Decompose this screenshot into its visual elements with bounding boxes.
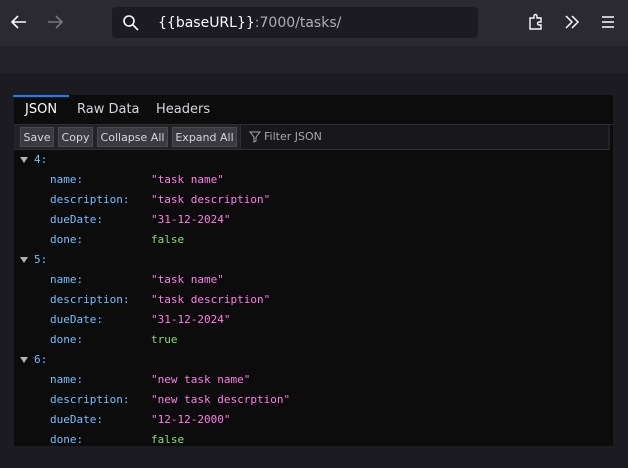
- field-key: description:: [50, 393, 130, 406]
- copy-button[interactable]: Copy: [58, 127, 93, 147]
- tree-row[interactable]: dueDate: "12-12-2000": [14, 410, 613, 430]
- viewer-toolbar: Save Copy Collapse All Expand All Filter…: [14, 125, 610, 150]
- json-tree: 4: name: "task name" description: "task …: [14, 150, 613, 446]
- tree-row-index[interactable]: 4:: [14, 150, 613, 170]
- tree-row-index[interactable]: 6:: [14, 350, 613, 370]
- field-key: description:: [50, 193, 130, 206]
- array-index: 5:: [34, 253, 48, 266]
- field-value: "task name": [151, 273, 224, 286]
- back-arrow-icon: [10, 15, 26, 29]
- tab-raw-data[interactable]: Raw Data: [77, 95, 140, 124]
- expand-all-button[interactable]: Expand All: [172, 127, 237, 147]
- field-key: name:: [50, 173, 84, 186]
- field-key: dueDate:: [50, 413, 103, 426]
- field-key: done:: [50, 433, 84, 446]
- tree-row[interactable]: done: false: [14, 230, 613, 250]
- overflow-chevrons-icon: [565, 15, 580, 29]
- tree-row[interactable]: name: "task name": [14, 170, 613, 190]
- field-key: description:: [50, 293, 130, 306]
- collapse-all-button[interactable]: Collapse All: [97, 127, 168, 147]
- field-value: "task name": [151, 173, 224, 186]
- field-key: name:: [50, 373, 84, 386]
- field-key: dueDate:: [50, 213, 103, 226]
- tab-headers[interactable]: Headers: [156, 95, 210, 124]
- tab-json[interactable]: JSON: [12, 95, 70, 124]
- field-value: false: [151, 233, 185, 246]
- tree-row-index[interactable]: 5:: [14, 250, 613, 270]
- back-button[interactable]: [7, 10, 31, 34]
- extensions-button[interactable]: [524, 10, 548, 34]
- field-key: done:: [50, 333, 84, 346]
- field-key: dueDate:: [50, 313, 103, 326]
- forward-arrow-icon: [48, 15, 64, 29]
- url-host: {{baseURL}}: [158, 15, 255, 31]
- tree-row[interactable]: description: "task description": [14, 190, 613, 210]
- viewer-tabs: JSON Raw Data Headers: [12, 95, 613, 125]
- address-bar[interactable]: {{baseURL}}:7000/tasks/: [112, 7, 478, 38]
- forward-button[interactable]: [43, 10, 67, 34]
- filter-icon: [249, 131, 261, 143]
- field-key: name:: [50, 273, 84, 286]
- save-button[interactable]: Save: [20, 127, 54, 147]
- field-key: done:: [50, 233, 84, 246]
- overflow-button[interactable]: [560, 10, 584, 34]
- url-path: :7000/tasks/: [254, 15, 342, 31]
- filter-placeholder: Filter JSON: [264, 130, 322, 143]
- bookmarks-strip: [0, 46, 628, 73]
- browser-toolbar: {{baseURL}}:7000/tasks/: [0, 0, 628, 46]
- field-value: "12-12-2000": [151, 413, 231, 426]
- array-index: 6:: [34, 353, 48, 366]
- field-value: "new task descrption": [151, 393, 291, 406]
- tree-row[interactable]: description: "new task descrption": [14, 390, 613, 410]
- twisty-down-icon[interactable]: [20, 257, 28, 263]
- twisty-down-icon[interactable]: [20, 157, 28, 163]
- tree-row[interactable]: name: "new task name": [14, 370, 613, 390]
- field-value: "new task name": [151, 373, 251, 386]
- array-index: 4:: [34, 153, 48, 166]
- tree-row[interactable]: done: false: [14, 430, 613, 446]
- search-icon: [123, 15, 139, 31]
- menu-button[interactable]: [596, 10, 620, 34]
- field-value: "task description": [151, 293, 271, 306]
- tree-row[interactable]: done: true: [14, 330, 613, 350]
- tree-row[interactable]: description: "task description": [14, 290, 613, 310]
- twisty-down-icon[interactable]: [20, 357, 28, 363]
- field-value: true: [151, 333, 178, 346]
- extensions-icon: [529, 13, 542, 30]
- field-value: "31-12-2024": [151, 213, 231, 226]
- tree-row[interactable]: dueDate: "31-12-2024": [14, 210, 613, 230]
- tree-row[interactable]: name: "task name": [14, 270, 613, 290]
- field-value: "task description": [151, 193, 271, 206]
- json-viewer: JSON Raw Data Headers Save Copy Collapse…: [12, 95, 613, 446]
- tree-row[interactable]: dueDate: "31-12-2024": [14, 310, 613, 330]
- field-value: false: [151, 433, 185, 446]
- filter-json-input[interactable]: Filter JSON: [240, 125, 608, 149]
- hamburger-menu-icon: [602, 16, 614, 28]
- field-value: "31-12-2024": [151, 313, 231, 326]
- url-text: {{baseURL}}:7000/tasks/: [158, 14, 341, 32]
